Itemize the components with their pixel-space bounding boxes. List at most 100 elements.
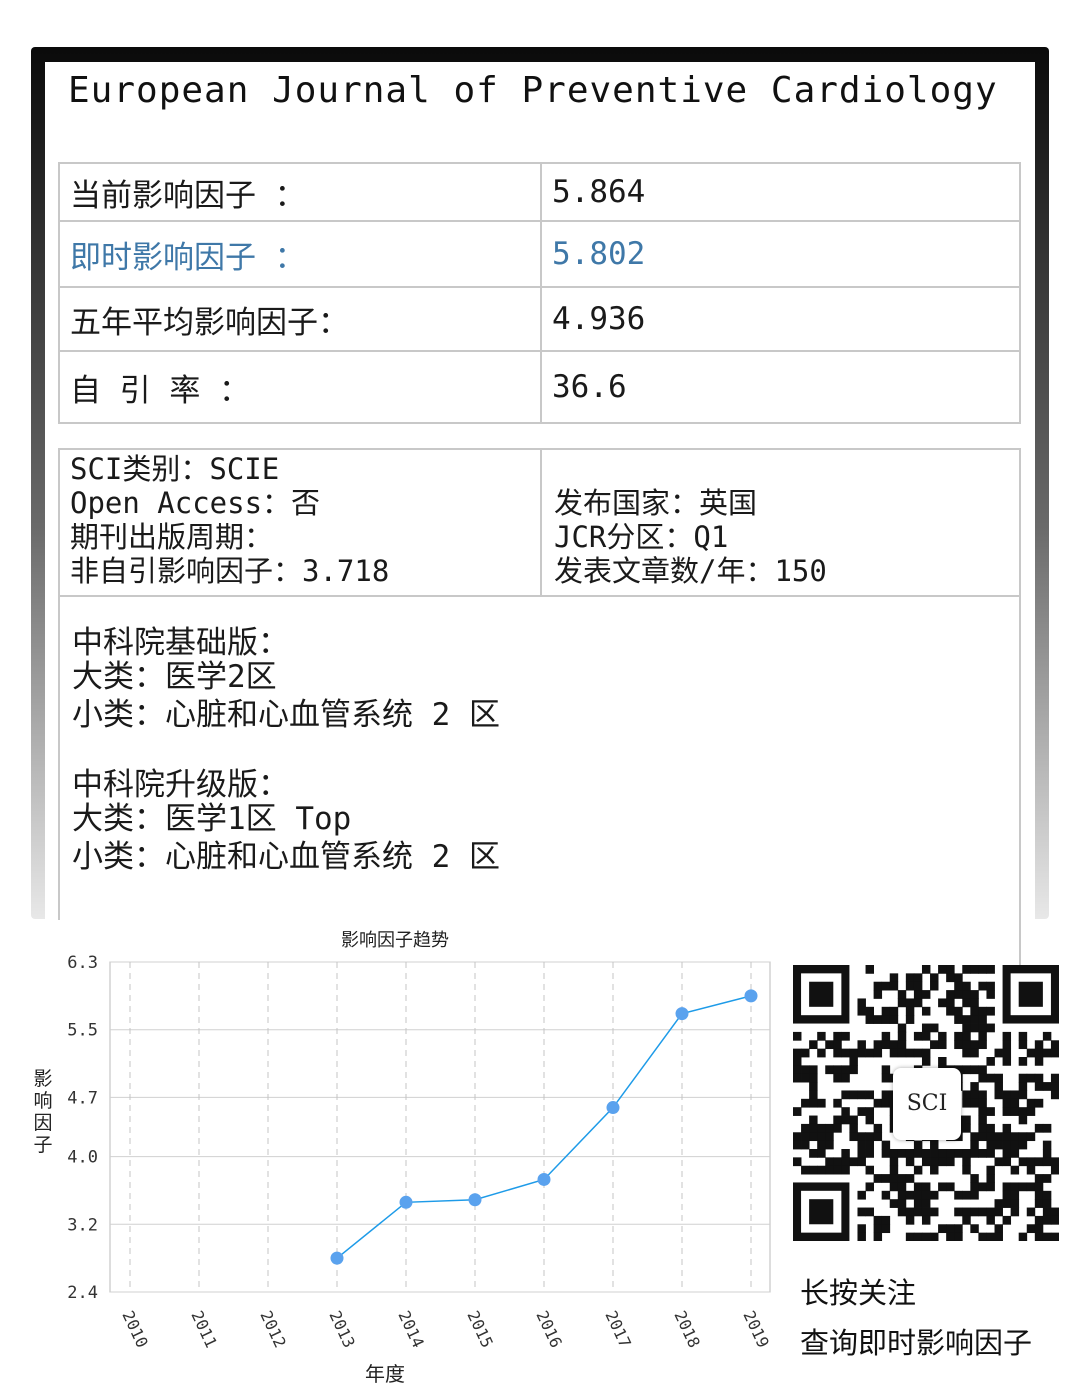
qr-module bbox=[946, 1006, 955, 1016]
qr-module bbox=[913, 1165, 923, 1175]
x-tick-label: 2019 bbox=[739, 1308, 773, 1351]
qr-module bbox=[817, 1165, 826, 1175]
qr-module bbox=[954, 1190, 963, 1200]
qr-module bbox=[921, 1232, 931, 1241]
qr-module bbox=[994, 1157, 1003, 1167]
qr-module bbox=[954, 1224, 963, 1234]
qr-module bbox=[793, 1065, 802, 1075]
qr-module bbox=[986, 1215, 995, 1225]
qr-module bbox=[1018, 1090, 1028, 1100]
qr-module bbox=[921, 1048, 931, 1058]
qr-module bbox=[970, 1015, 979, 1024]
qr-cta-line1: 长按关注 bbox=[800, 1276, 917, 1310]
qr-module bbox=[962, 1023, 971, 1033]
qr-module bbox=[921, 1182, 931, 1192]
qr-module bbox=[809, 1098, 818, 1108]
qr-module bbox=[873, 1098, 883, 1108]
qr-module bbox=[897, 1199, 907, 1208]
qr-module bbox=[1010, 1207, 1020, 1217]
qr-module bbox=[889, 1165, 899, 1175]
qr-module bbox=[865, 965, 875, 974]
qr-module bbox=[938, 1157, 947, 1167]
qr-module bbox=[809, 1082, 818, 1091]
qr-module bbox=[801, 1132, 810, 1142]
qr-module bbox=[857, 1107, 866, 1116]
qr-module bbox=[881, 1098, 891, 1108]
qr-module bbox=[954, 1006, 963, 1016]
qr-module bbox=[897, 1048, 907, 1058]
qr-module bbox=[986, 1140, 995, 1150]
metric-row-self-citation: 自 引 率 ： 36.6 bbox=[58, 350, 1021, 424]
qr-module bbox=[1042, 1123, 1052, 1133]
qr-module bbox=[817, 1031, 826, 1041]
qr-module bbox=[978, 1115, 987, 1125]
qr-module bbox=[873, 1232, 883, 1241]
qr-module bbox=[970, 1090, 979, 1100]
qr-module bbox=[897, 990, 907, 999]
qr-module bbox=[1018, 1073, 1028, 1083]
qr-module bbox=[1034, 1040, 1044, 1050]
metric-value: 5.802 bbox=[540, 220, 1021, 288]
qr-module bbox=[905, 1232, 915, 1241]
qr-module bbox=[881, 1090, 891, 1100]
qr-module bbox=[817, 1140, 826, 1150]
qr-module bbox=[881, 1031, 891, 1041]
qr-module bbox=[962, 965, 971, 974]
qr-module bbox=[905, 981, 915, 991]
qr-module bbox=[970, 1040, 979, 1050]
qr-module bbox=[930, 1165, 939, 1175]
qr-module bbox=[1050, 1165, 1059, 1175]
qr-module bbox=[962, 1165, 971, 1175]
qr-module bbox=[1018, 1040, 1028, 1050]
qr-module bbox=[986, 1149, 995, 1158]
qr-module bbox=[1026, 1073, 1036, 1083]
metric-value: 36.6 bbox=[540, 350, 1021, 424]
qr-module bbox=[913, 1031, 923, 1041]
qr-module bbox=[970, 990, 979, 999]
qr-module bbox=[1034, 1057, 1044, 1066]
qr-module bbox=[970, 1224, 979, 1234]
data-point bbox=[468, 1193, 482, 1207]
qr-module bbox=[1034, 1123, 1044, 1133]
qr-module bbox=[905, 973, 915, 983]
qr-module bbox=[1026, 1165, 1036, 1175]
qr-module bbox=[1018, 1057, 1028, 1066]
qr-module bbox=[1042, 1048, 1052, 1058]
qr-module bbox=[873, 1040, 883, 1050]
qr-module bbox=[857, 1207, 866, 1217]
qr-module bbox=[793, 1031, 802, 1041]
qr-module bbox=[865, 1015, 875, 1024]
qr-module bbox=[1018, 1115, 1028, 1125]
qr-module bbox=[809, 1132, 818, 1142]
qr-module bbox=[921, 1157, 931, 1167]
qr-module bbox=[946, 1232, 955, 1241]
qr-module bbox=[1042, 1157, 1052, 1167]
qr-module bbox=[833, 1073, 842, 1083]
qr-module bbox=[930, 973, 939, 983]
qr-module bbox=[833, 1065, 842, 1075]
qr-module bbox=[994, 1140, 1003, 1150]
qr-module bbox=[978, 1182, 987, 1192]
qr-module bbox=[1042, 1215, 1052, 1225]
qr-module bbox=[962, 998, 971, 1008]
open-access: Open Access：否 bbox=[70, 486, 321, 520]
qr-module bbox=[1002, 1182, 1012, 1192]
qr-module bbox=[1002, 1048, 1012, 1058]
qr-module bbox=[889, 1006, 899, 1016]
qr-module bbox=[946, 1182, 955, 1192]
qr-module bbox=[986, 1207, 995, 1217]
qr-module bbox=[978, 1031, 987, 1041]
qr-module bbox=[793, 1107, 802, 1116]
qr-module bbox=[954, 1040, 963, 1050]
qr-module bbox=[1002, 1190, 1012, 1200]
sci-info-right: 发布国家：英国 JCR分区：Q1 发表文章数/年：150 bbox=[554, 486, 827, 588]
qr-module bbox=[1034, 1048, 1044, 1058]
qr-module bbox=[1042, 1232, 1052, 1241]
qr-module bbox=[930, 1149, 939, 1158]
qr-module bbox=[946, 990, 955, 999]
qr-module bbox=[825, 1140, 834, 1150]
qr-module bbox=[801, 1098, 810, 1108]
qr-module bbox=[825, 1040, 834, 1050]
qr-module bbox=[938, 998, 947, 1008]
qr-module bbox=[1026, 1048, 1036, 1058]
